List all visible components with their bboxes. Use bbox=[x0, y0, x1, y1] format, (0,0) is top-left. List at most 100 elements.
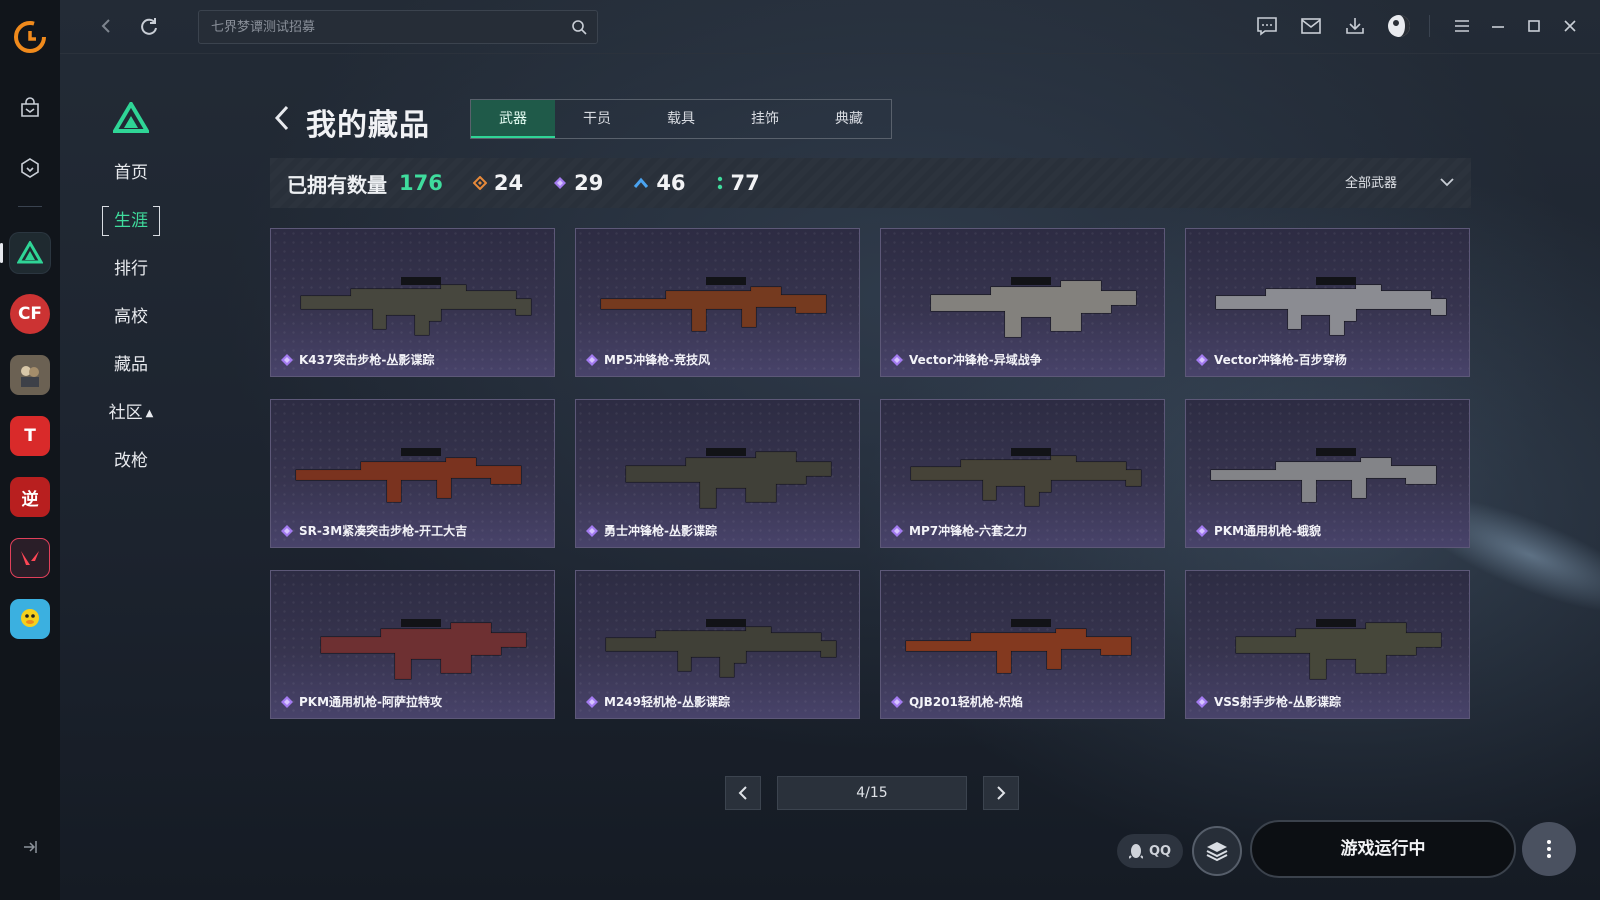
collection-item-card[interactable]: MP7冲锋枪-六套之力 bbox=[880, 399, 1165, 548]
sidebar-item-community[interactable]: 社区 ▲ bbox=[102, 398, 160, 428]
caret-up-icon: ▲ bbox=[145, 408, 154, 419]
tier-orange-stat: 24 bbox=[472, 171, 523, 195]
tab-vehicles[interactable]: 载具 bbox=[639, 100, 723, 138]
store-bag-icon[interactable] bbox=[10, 88, 50, 128]
active-indicator bbox=[0, 243, 3, 263]
item-name-row: PKM通用机枪-蛾貌 bbox=[1196, 522, 1321, 539]
game-running-button[interactable]: 游戏运行中 bbox=[1250, 820, 1516, 878]
weapon-filter-dropdown[interactable]: 全部武器 bbox=[1345, 172, 1455, 191]
collection-item-card[interactable]: SR-3M紧凑突击步枪-开工大吉 bbox=[270, 399, 555, 548]
item-name-row: MP5冲锋枪-竞技风 bbox=[586, 351, 710, 368]
item-name-row: PKM通用机枪-阿萨拉特攻 bbox=[281, 693, 442, 710]
game-delta-force-icon[interactable] bbox=[0, 233, 50, 273]
collection-item-card[interactable]: K437突击步枪-丛影谍踪 bbox=[270, 228, 555, 377]
game-valorant-icon[interactable] bbox=[10, 538, 50, 578]
menu-icon[interactable] bbox=[1450, 14, 1474, 38]
back-arrow-icon[interactable] bbox=[96, 16, 116, 36]
download-icon[interactable] bbox=[1343, 14, 1367, 38]
page-back-icon[interactable] bbox=[272, 104, 292, 132]
item-name-row: Vector冲锋枪-百步穿杨 bbox=[1196, 351, 1347, 368]
chat-bubble-icon[interactable] bbox=[1255, 14, 1279, 38]
search-icon[interactable] bbox=[571, 19, 587, 35]
item-name-row: MP7冲锋枪-六套之力 bbox=[891, 522, 1027, 539]
item-name: SR-3M紧凑突击步枪-开工大吉 bbox=[299, 524, 468, 538]
weapon-skin-image bbox=[320, 619, 527, 680]
tab-weapons[interactable]: 武器 bbox=[471, 100, 555, 138]
search-box bbox=[198, 10, 598, 44]
owned-count-total: 176 bbox=[399, 171, 443, 195]
game-tag-icon[interactable] bbox=[10, 148, 50, 188]
collection-item-card[interactable]: PKM通用机枪-阿萨拉特攻 bbox=[270, 570, 555, 719]
collection-item-card[interactable]: MP5冲锋枪-竞技风 bbox=[575, 228, 860, 377]
purple-diamond-icon bbox=[586, 524, 598, 537]
sidebar-item-ranking[interactable]: 排行 bbox=[102, 254, 160, 284]
search-input[interactable] bbox=[199, 11, 597, 43]
owned-count-label: 已拥有数量 bbox=[287, 172, 387, 197]
close-icon[interactable] bbox=[1558, 14, 1582, 38]
weapon-skin-image bbox=[1215, 277, 1447, 336]
purple-diamond-icon bbox=[586, 353, 598, 366]
refresh-icon[interactable] bbox=[138, 16, 160, 38]
collection-tabs: 武器 干员 载具 挂饰 典藏 bbox=[470, 99, 892, 139]
tab-classics[interactable]: 典藏 bbox=[807, 100, 891, 138]
app-logo-icon[interactable] bbox=[13, 20, 47, 54]
collection-item-card[interactable]: M249轻机枪-丛影谍踪 bbox=[575, 570, 860, 719]
game-crossfire-icon[interactable]: CF bbox=[10, 294, 50, 334]
purple-diamond-icon bbox=[586, 695, 598, 708]
sidebar-item-career[interactable]: 生涯 bbox=[102, 206, 160, 236]
collection-item-card[interactable]: PKM通用机枪-蛾貌 bbox=[1185, 399, 1470, 548]
purple-diamond-icon bbox=[1196, 524, 1208, 537]
game-cartoon-duck-icon[interactable] bbox=[10, 599, 50, 639]
qq-account-button[interactable]: QQ bbox=[1117, 834, 1184, 868]
collection-item-card[interactable]: QJB201轻机枪-炽焰 bbox=[880, 570, 1165, 719]
minimize-icon[interactable] bbox=[1486, 14, 1510, 38]
tab-charms[interactable]: 挂饰 bbox=[723, 100, 807, 138]
tab-operators[interactable]: 干员 bbox=[555, 100, 639, 138]
tier-blue-stat: 46 bbox=[633, 171, 686, 195]
sidebar-item-home[interactable]: 首页 bbox=[102, 158, 160, 188]
collection-grid: K437突击步枪-丛影谍踪 MP5冲锋枪-竞技风 Vector冲锋枪-异域战争 Vec… bbox=[270, 228, 1470, 719]
weapon-skin-image bbox=[930, 277, 1137, 338]
item-name-row: SR-3M紧凑突击步枪-开工大吉 bbox=[281, 522, 467, 539]
top-bar bbox=[60, 0, 1600, 54]
chevron-right-icon bbox=[997, 786, 1006, 800]
delta-force-logo-icon bbox=[113, 102, 149, 133]
qq-label: QQ bbox=[1149, 843, 1172, 859]
game-nishuihan-icon[interactable]: 逆 bbox=[10, 477, 50, 517]
collection-item-card[interactable]: 勇士冲锋枪-丛影谍踪 bbox=[575, 399, 860, 548]
sidebar-item-collection[interactable]: 藏品 bbox=[102, 350, 160, 380]
item-name: PKM通用机枪-蛾貌 bbox=[1214, 524, 1322, 538]
weapon-skin-image bbox=[1235, 619, 1442, 680]
item-name: MP7冲锋枪-六套之力 bbox=[909, 524, 1028, 538]
more-options-button[interactable] bbox=[1522, 822, 1576, 876]
item-name: Vector冲锋枪-百步穿杨 bbox=[1214, 353, 1347, 367]
blue-chevron-icon bbox=[634, 177, 649, 188]
pagination: 4/15 bbox=[725, 776, 1019, 810]
mail-icon[interactable] bbox=[1299, 14, 1323, 38]
sidebar-item-university[interactable]: 高校 bbox=[102, 302, 160, 332]
weapon-skin-image bbox=[1210, 448, 1437, 503]
orange-diamond-icon bbox=[472, 176, 487, 190]
weapon-skin-image bbox=[625, 448, 832, 509]
maximize-icon[interactable] bbox=[1522, 14, 1546, 38]
prev-page-button[interactable] bbox=[725, 776, 761, 810]
sidebar-item-gunsmith[interactable]: 改枪 bbox=[102, 446, 160, 476]
tier-green-stat: 77 bbox=[716, 171, 760, 195]
next-page-button[interactable] bbox=[983, 776, 1019, 810]
collapse-sidebar-icon[interactable] bbox=[21, 838, 39, 860]
weapon-skin-image bbox=[295, 448, 522, 503]
user-avatar-icon[interactable] bbox=[1387, 14, 1411, 38]
collection-item-card[interactable]: Vector冲锋枪-百步穿杨 bbox=[1185, 228, 1470, 377]
top-divider bbox=[1429, 15, 1430, 37]
game-pubg-icon[interactable] bbox=[10, 355, 50, 395]
collection-item-card[interactable]: VSS射手步枪-丛影谍踪 bbox=[1185, 570, 1470, 719]
game-qq-speed-icon[interactable]: T bbox=[10, 416, 50, 456]
item-name: PKM通用机枪-阿萨拉特攻 bbox=[299, 695, 443, 709]
rail-divider bbox=[18, 206, 42, 207]
purple-diamond-icon bbox=[281, 353, 293, 366]
accelerator-button[interactable] bbox=[1192, 826, 1242, 876]
stats-bar: 已拥有数量 176 24 29 46 77 全部武器 bbox=[270, 158, 1471, 208]
item-name: VSS射手步枪-丛影谍踪 bbox=[1214, 695, 1342, 709]
collection-item-card[interactable]: Vector冲锋枪-异域战争 bbox=[880, 228, 1165, 377]
item-name: MP5冲锋枪-竞技风 bbox=[604, 353, 711, 367]
